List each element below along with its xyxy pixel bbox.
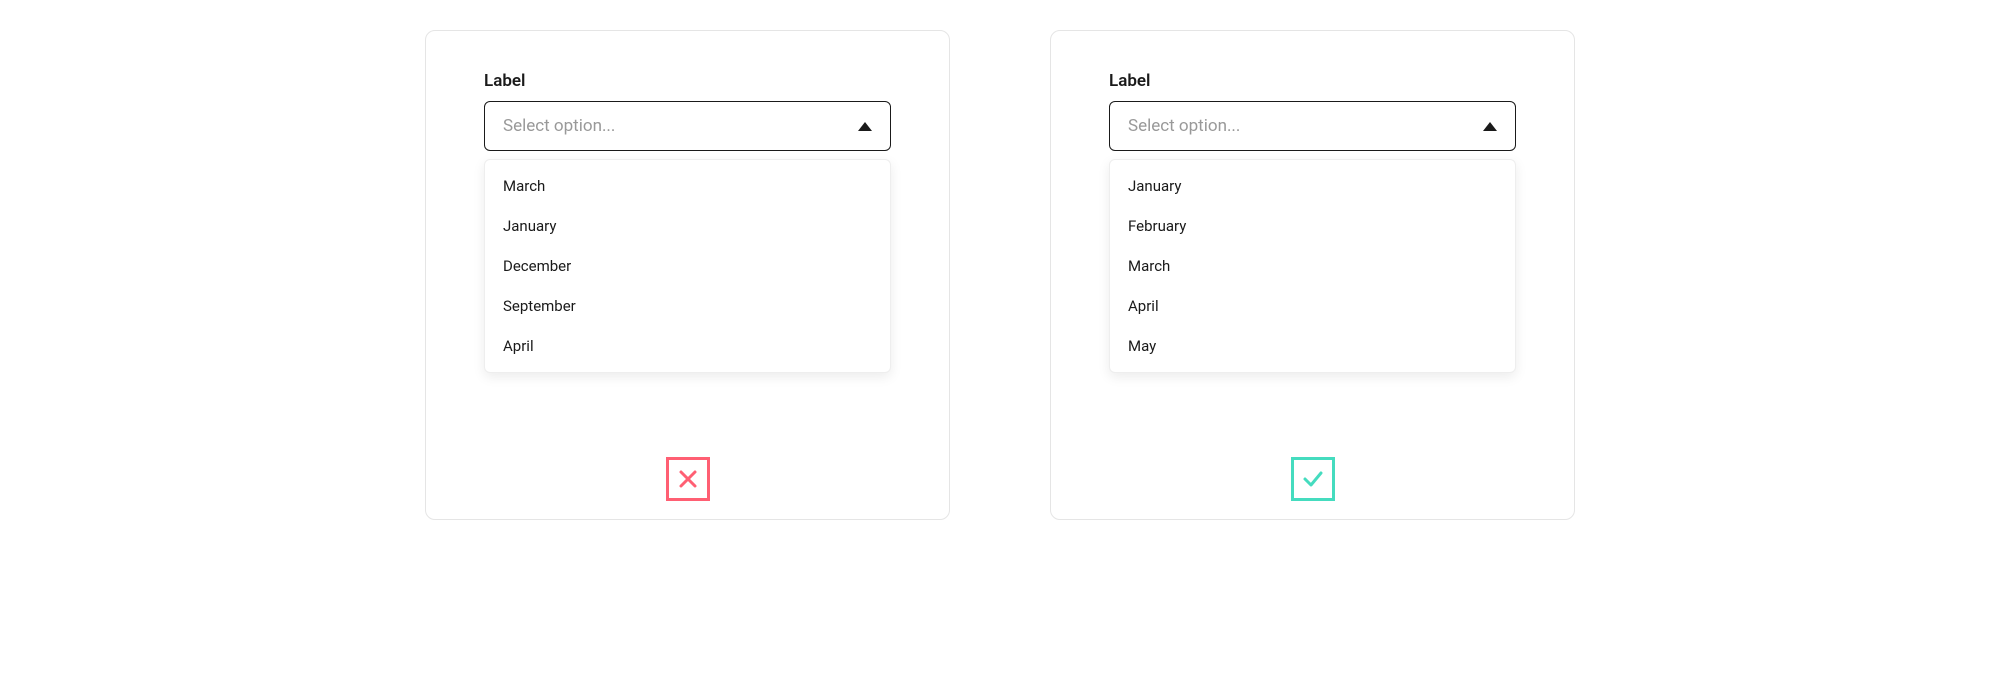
select-trigger[interactable]: Select option... [1109, 101, 1516, 151]
good-example-card: Label Select option... January February … [1050, 30, 1575, 520]
dropdown-item[interactable]: May [1110, 326, 1515, 366]
incorrect-status-icon [666, 457, 710, 501]
dropdown-list: March January December September April [484, 159, 891, 373]
select-placeholder: Select option... [503, 116, 615, 136]
select-placeholder: Select option... [1128, 116, 1240, 136]
dropdown-item[interactable]: January [485, 206, 890, 246]
check-icon [1301, 467, 1325, 491]
dropdown-item[interactable]: April [485, 326, 890, 366]
dropdown-list: January February March April May [1109, 159, 1516, 373]
x-icon [676, 467, 700, 491]
field-label: Label [1109, 71, 1516, 91]
dropdown-item[interactable]: April [1110, 286, 1515, 326]
dropdown-item[interactable]: March [1110, 246, 1515, 286]
correct-status-icon [1291, 457, 1335, 501]
dropdown-item[interactable]: February [1110, 206, 1515, 246]
select-trigger[interactable]: Select option... [484, 101, 891, 151]
caret-up-icon [858, 122, 872, 131]
field-label: Label [484, 71, 891, 91]
dropdown-item[interactable]: September [485, 286, 890, 326]
caret-up-icon [1483, 122, 1497, 131]
dropdown-item[interactable]: December [485, 246, 890, 286]
dropdown-item[interactable]: January [1110, 166, 1515, 206]
bad-example-card: Label Select option... March January Dec… [425, 30, 950, 520]
dropdown-item[interactable]: March [485, 166, 890, 206]
